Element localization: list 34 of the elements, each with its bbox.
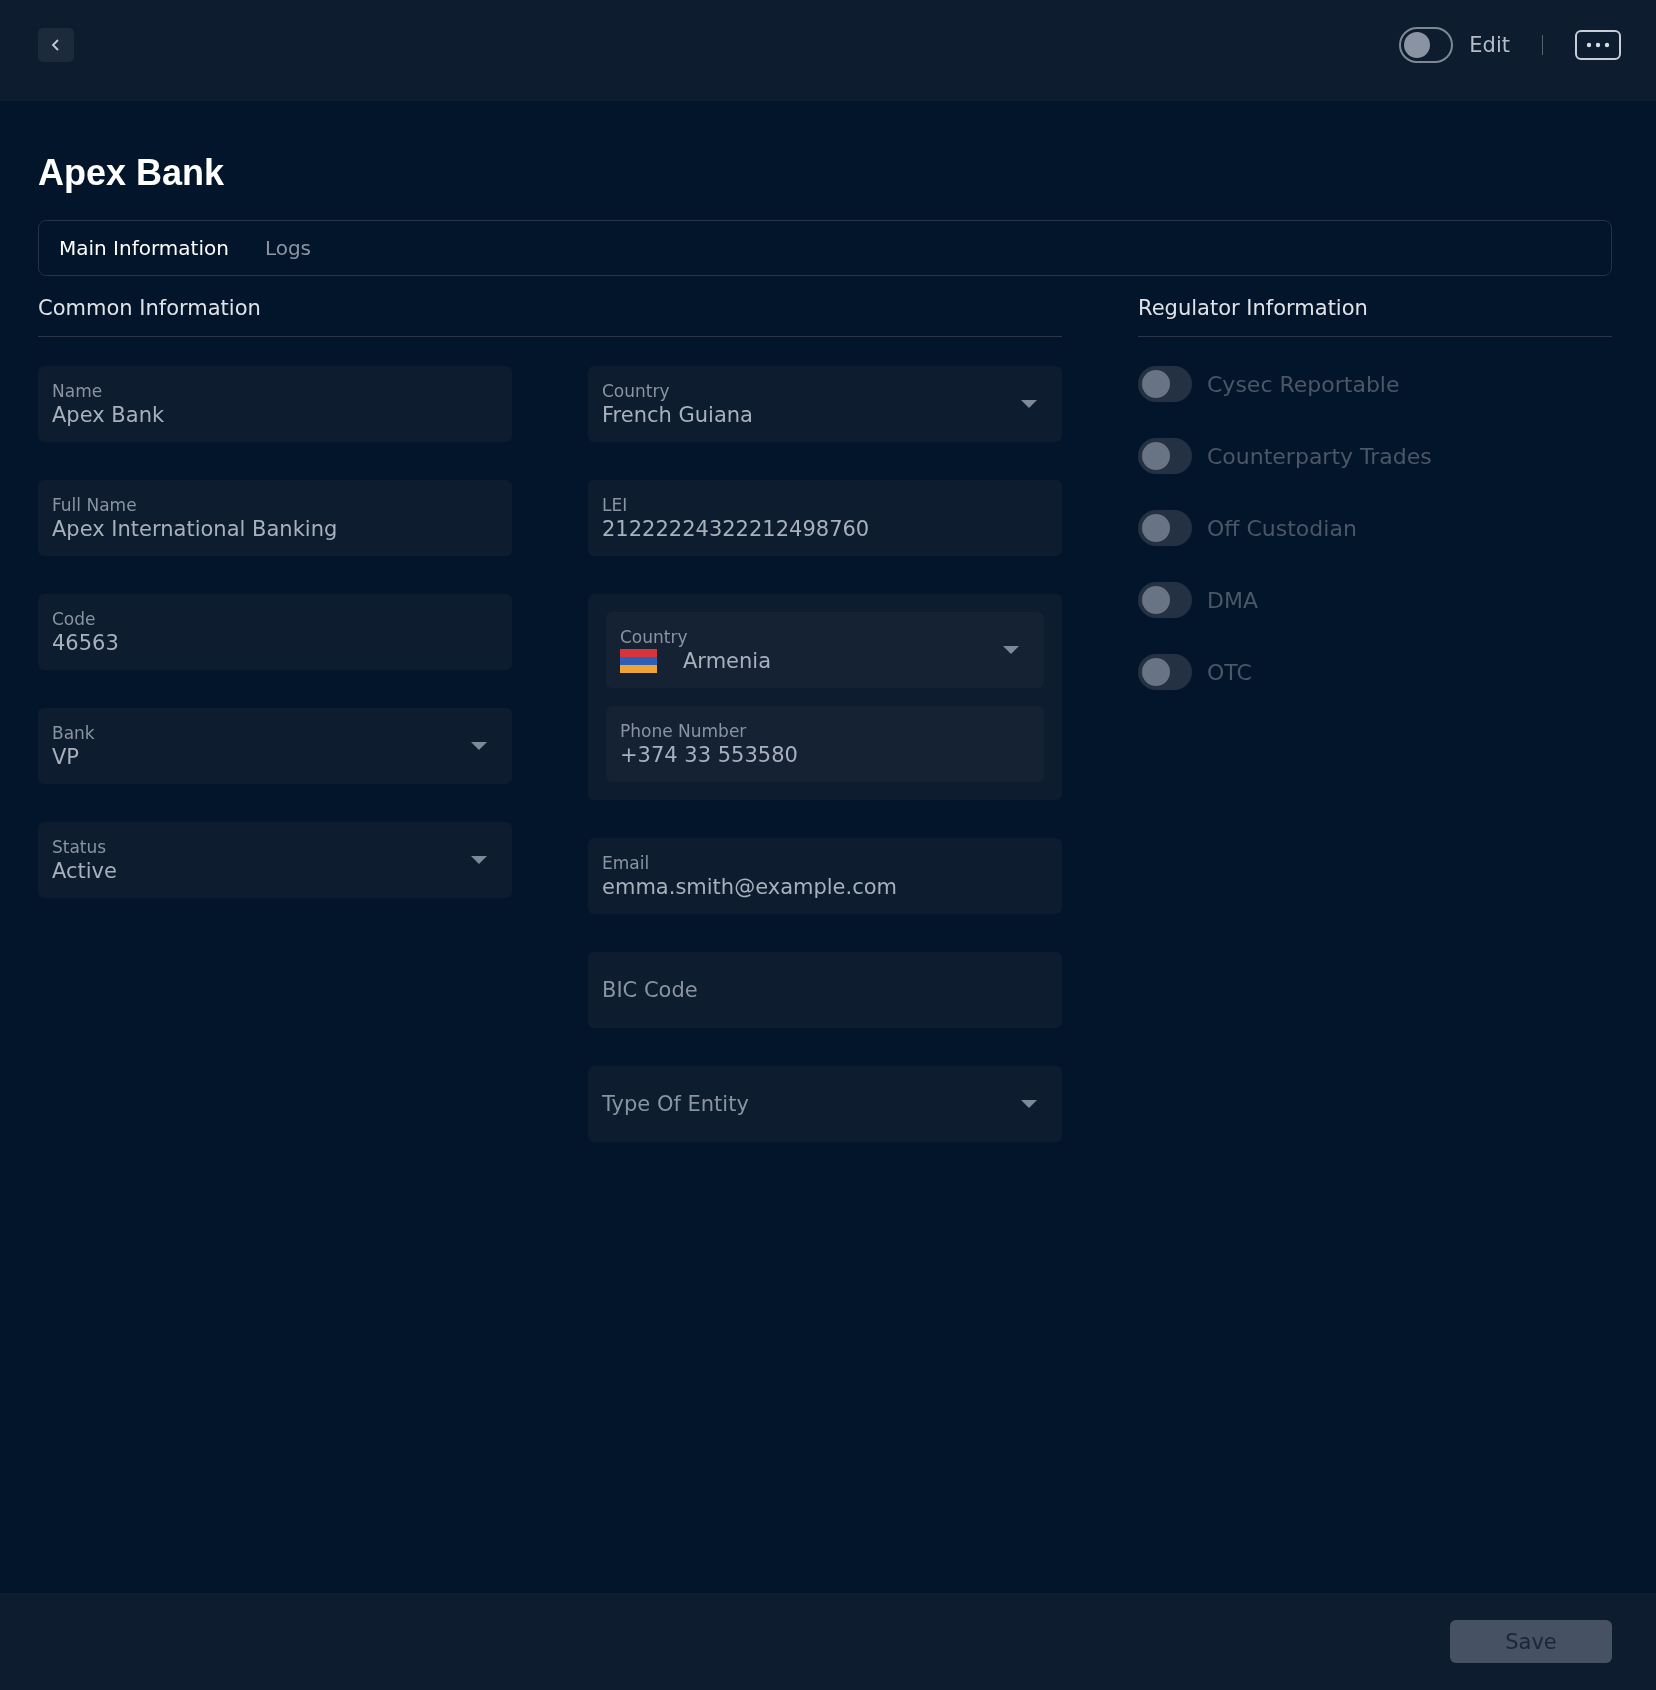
section-heading: Common Information (38, 294, 1062, 337)
toggle-label: Cysec Reportable (1207, 371, 1400, 397)
input-field[interactable]: Code 46563 (38, 594, 512, 670)
page-title: Apex Bank (38, 151, 226, 195)
flag-icon (620, 649, 657, 673)
select-field[interactable]: Bank VP (38, 708, 512, 784)
chevron-left-icon (51, 36, 61, 53)
toggle-label: Counterparty Trades (1207, 443, 1432, 469)
tab[interactable]: Logs (252, 230, 324, 266)
more-button[interactable] (1575, 29, 1621, 60)
tab[interactable]: Main Information (47, 230, 241, 266)
input-field[interactable]: Name Apex Bank (38, 366, 512, 442)
toggle-label: OTC (1207, 659, 1252, 685)
select-field[interactable]: Status Active (38, 822, 512, 898)
back-button[interactable] (38, 27, 74, 62)
caret-icon (1020, 399, 1038, 409)
more-icon (1586, 41, 1610, 48)
select-field[interactable]: Type Of Entity (588, 1066, 1062, 1142)
input-field[interactable]: LEI 21222224322212498760 (588, 480, 1062, 556)
input-field[interactable]: Phone Number +374 33 553580 (606, 706, 1044, 782)
select-field[interactable]: Country Armenia (606, 612, 1044, 688)
caret-icon (1020, 1099, 1038, 1109)
toggle-label: Off Custodian (1207, 515, 1357, 541)
edit-label: Edit (1469, 32, 1510, 57)
input-field[interactable]: Email emma.smith@example.com (588, 838, 1062, 914)
toggle-label: DMA (1207, 587, 1258, 613)
input-field[interactable]: BIC Code (588, 952, 1062, 1028)
caret-icon (1002, 645, 1020, 655)
input-field[interactable]: Full Name Apex International Banking (38, 480, 512, 556)
edit-toggle[interactable] (1399, 26, 1454, 63)
section-heading: Regulator Information (1138, 294, 1612, 337)
caret-icon (470, 855, 488, 865)
select-field[interactable]: Country French Guiana (588, 366, 1062, 442)
caret-icon (470, 741, 488, 751)
